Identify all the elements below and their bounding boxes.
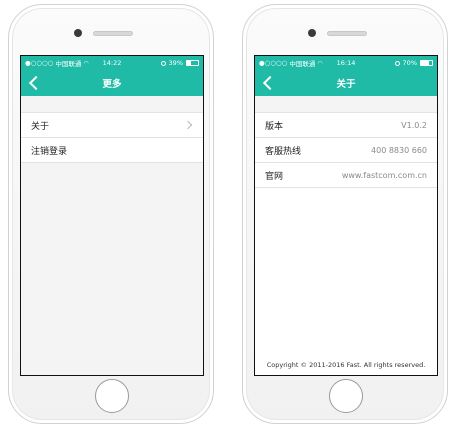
info-label: 版本	[265, 121, 284, 132]
phone-frame-more: ●○○○○ 中国联通 ◠ 14:22 39% 更多 关于 注销登录	[8, 4, 214, 424]
back-chevron-icon[interactable]	[28, 77, 39, 88]
info-row-version: 版本 V1.0.2	[255, 113, 437, 138]
phone-frame-about: ●○○○○ 中国联通 ◠ 16:14 70% 关于 版本 V1.0.2 客服热线	[242, 4, 448, 424]
camera-icon	[308, 29, 316, 37]
more-screen: ●○○○○ 中国联通 ◠ 14:22 39% 更多 关于 注销登录	[20, 55, 204, 376]
menu-item-label: 注销登录	[31, 146, 68, 157]
menu-item-label: 关于	[31, 121, 50, 132]
hotline-value[interactable]: 400 8830 660	[371, 146, 427, 155]
speaker-grille	[327, 31, 367, 36]
nav-bar: 更多	[21, 70, 203, 96]
page-title: 更多	[102, 79, 122, 90]
about-info-list: 版本 V1.0.2 客服热线 400 8830 660 官网 www.fastc…	[255, 112, 437, 188]
info-label: 客服热线	[265, 146, 302, 157]
battery-icon	[420, 60, 433, 66]
menu-item-about[interactable]: 关于	[21, 113, 203, 138]
status-time: 14:22	[102, 59, 122, 67]
version-value: V1.0.2	[401, 120, 427, 130]
status-time: 16:14	[336, 59, 356, 67]
speaker-grille	[93, 31, 133, 36]
website-link[interactable]: www.fastcom.com.cn	[342, 171, 427, 180]
camera-icon	[74, 29, 82, 37]
back-chevron-icon[interactable]	[262, 77, 273, 88]
chevron-right-icon	[183, 120, 193, 130]
status-bar: ●○○○○ 中国联通 ◠ 14:22 39%	[21, 56, 203, 70]
battery-icon	[186, 60, 199, 66]
home-button[interactable]	[329, 379, 363, 413]
nav-bar: 关于	[255, 70, 437, 96]
section-spacer	[255, 96, 437, 112]
home-button[interactable]	[95, 379, 129, 413]
menu-list: 关于 注销登录	[21, 112, 203, 163]
info-row-website[interactable]: 官网 www.fastcom.com.cn	[255, 163, 437, 188]
info-label: 官网	[265, 171, 284, 182]
info-row-hotline[interactable]: 客服热线 400 8830 660	[255, 138, 437, 163]
status-bar: ●○○○○ 中国联通 ◠ 16:14 70%	[255, 56, 437, 70]
about-screen: ●○○○○ 中国联通 ◠ 16:14 70% 关于 版本 V1.0.2 客服热线	[254, 55, 438, 376]
copyright-text: Copyright © 2011-2016 Fast. All rights r…	[266, 361, 426, 369]
page-title: 关于	[336, 79, 356, 90]
menu-item-logout[interactable]: 注销登录	[21, 138, 203, 163]
